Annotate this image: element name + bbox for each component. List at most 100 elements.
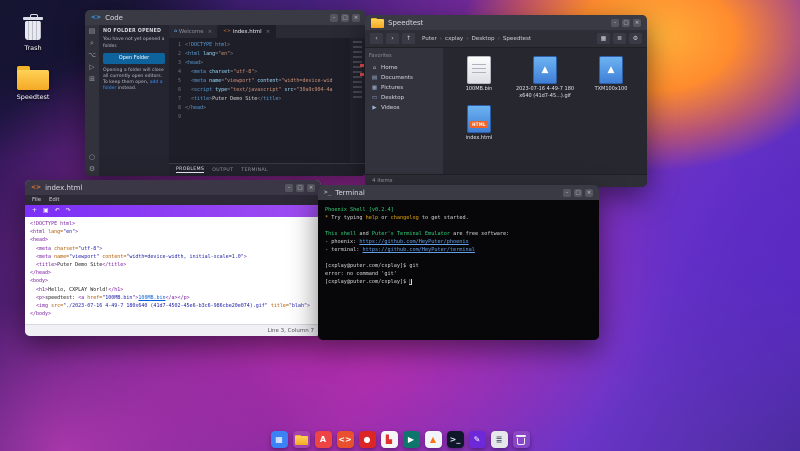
maximize-button[interactable]: ▢ bbox=[622, 19, 630, 27]
desktop-icon-speedtest[interactable]: Speedtest bbox=[4, 66, 62, 101]
undo-icon[interactable]: ↶ bbox=[55, 208, 60, 214]
favorites-header: Favorites bbox=[369, 53, 439, 59]
pdf-icon[interactable]: ▙ bbox=[381, 431, 398, 448]
terminal-output[interactable]: Phoenix Shell [v0.2.4]* Try typing help … bbox=[318, 200, 599, 340]
maximize-button[interactable]: ▢ bbox=[574, 189, 582, 197]
desktop-icon-label: Trash bbox=[24, 44, 41, 52]
no-folder-header[interactable]: NO FOLDER OPENED bbox=[103, 29, 165, 35]
terminal-titlebar[interactable]: >_ Terminal –▢× bbox=[318, 185, 599, 200]
redo-icon[interactable]: ↷ bbox=[66, 208, 71, 214]
home-icon: ⌂ bbox=[371, 65, 378, 71]
save-icon[interactable]: ▣ bbox=[43, 208, 49, 214]
terminal-icon[interactable]: >_ bbox=[447, 431, 464, 448]
line-number: 9 bbox=[169, 113, 181, 122]
close-button[interactable]: × bbox=[352, 14, 360, 22]
sidebar-note-text: instead. bbox=[118, 86, 136, 91]
vscode-logo-icon: <> bbox=[91, 15, 101, 21]
close-button[interactable]: × bbox=[585, 189, 593, 197]
file-item[interactable]: ▲2023-07-16 4-49-7 180x640 (41d7-45...).… bbox=[513, 56, 577, 99]
editor-tab-bar: ⌂Welcome×<>index.html× bbox=[169, 25, 366, 38]
close-button[interactable]: × bbox=[633, 19, 641, 27]
editor-titlebar[interactable]: <> index.html –▢× bbox=[25, 180, 321, 195]
file-item[interactable]: 100MB.bin bbox=[447, 56, 511, 99]
line-number: 8 bbox=[169, 104, 181, 113]
account-icon[interactable]: ○ bbox=[89, 154, 95, 161]
minimap[interactable] bbox=[350, 38, 366, 163]
minimize-button[interactable]: – bbox=[285, 184, 293, 192]
vlc-icon[interactable]: ▲ bbox=[425, 431, 442, 448]
sidebar-item-videos[interactable]: ▶Videos bbox=[369, 103, 439, 113]
file-type-icon: ⌂ bbox=[174, 29, 177, 34]
code-editor[interactable]: 1<!DOCTYPE html>2<html lang="en">3<head>… bbox=[169, 38, 350, 163]
up-icon[interactable]: ↑ bbox=[402, 33, 415, 44]
close-tab-icon[interactable]: × bbox=[208, 29, 213, 35]
file-item[interactable]: ▲TXM100x100 bbox=[579, 56, 643, 99]
panel-tab-output[interactable]: OUTPUT bbox=[212, 168, 233, 173]
line-number: 4 bbox=[169, 68, 181, 77]
breadcrumb-separator: › bbox=[440, 36, 442, 42]
sidebar-item-desktop[interactable]: ▭Desktop bbox=[369, 93, 439, 103]
search-icon[interactable]: ⌕ bbox=[90, 40, 94, 47]
desktop-icon-label: Speedtest bbox=[17, 93, 50, 101]
videos-icon: ▶ bbox=[371, 105, 378, 111]
back-icon[interactable]: ‹ bbox=[370, 33, 383, 44]
settings-gear-icon[interactable]: ⚙ bbox=[629, 33, 642, 44]
code-icon[interactable]: <> bbox=[337, 431, 354, 448]
minimize-button[interactable]: – bbox=[330, 14, 338, 22]
toolbar-right-icons: ▦≣⚙ bbox=[597, 33, 642, 44]
breadcrumb-desktop[interactable]: Desktop bbox=[472, 36, 495, 42]
menu-edit[interactable]: Edit bbox=[49, 197, 59, 203]
file-name: 100MB.bin bbox=[464, 86, 495, 93]
run-debug-icon[interactable]: ▷ bbox=[89, 64, 94, 71]
sidebar-item-label: Home bbox=[381, 65, 398, 71]
breadcrumb-separator: › bbox=[466, 36, 468, 42]
files-icon[interactable] bbox=[293, 431, 310, 448]
window-title: Speedtest bbox=[388, 19, 423, 27]
draw-icon[interactable]: ✎ bbox=[469, 431, 486, 448]
menu-file[interactable]: File bbox=[32, 197, 41, 203]
trash-icon bbox=[21, 14, 45, 41]
line-number: 5 bbox=[169, 77, 181, 86]
file-name: 2023-07-16 4-49-7 180x640 (41d7-45...).g… bbox=[513, 86, 577, 99]
taskbar-trash-icon[interactable] bbox=[513, 431, 530, 448]
bin-file-icon bbox=[467, 56, 491, 84]
maximize-button[interactable]: ▢ bbox=[296, 184, 304, 192]
tab-welcome[interactable]: ⌂Welcome× bbox=[169, 25, 218, 38]
breadcrumb-puter[interactable]: Puter bbox=[422, 36, 437, 42]
window-controls: –▢× bbox=[330, 14, 360, 22]
sidebar-item-documents[interactable]: ▤Documents bbox=[369, 73, 439, 83]
player-icon[interactable]: ▶ bbox=[403, 431, 420, 448]
explorer-icon[interactable]: ▤ bbox=[89, 28, 96, 35]
grid-view-icon[interactable]: ▦ bbox=[597, 33, 610, 44]
breadcrumb-cxplay[interactable]: cxplay bbox=[445, 36, 463, 42]
maximize-button[interactable]: ▢ bbox=[341, 14, 349, 22]
minimize-button[interactable]: – bbox=[611, 19, 619, 27]
vscode-titlebar[interactable]: <> Code –▢× bbox=[85, 10, 366, 25]
extensions-icon[interactable]: ⊞ bbox=[89, 76, 95, 83]
file-manager-titlebar[interactable]: Speedtest –▢× bbox=[365, 15, 647, 30]
close-button[interactable]: × bbox=[307, 184, 315, 192]
recorder-icon[interactable]: ● bbox=[359, 431, 376, 448]
panel-tab-problems[interactable]: PROBLEMS bbox=[176, 167, 204, 173]
panel-tab-terminal[interactable]: TERMINAL bbox=[241, 168, 268, 173]
sidebar-message: You have not yet opened a folder. bbox=[103, 37, 165, 49]
new-file-icon[interactable]: + bbox=[32, 208, 37, 214]
desktop-icon-trash[interactable]: Trash bbox=[4, 14, 62, 52]
forward-icon[interactable]: › bbox=[386, 33, 399, 44]
tab-index.html[interactable]: <>index.html× bbox=[218, 25, 276, 38]
minimize-button[interactable]: – bbox=[563, 189, 571, 197]
app-center-icon[interactable]: A bbox=[315, 431, 332, 448]
close-tab-icon[interactable]: × bbox=[266, 29, 271, 35]
source-control-icon[interactable]: ⌥ bbox=[88, 52, 96, 59]
open-folder-button[interactable]: Open Folder bbox=[103, 53, 165, 64]
code-editor[interactable]: <!DOCTYPE html><html lang="en"><head> <m… bbox=[25, 217, 321, 324]
nav-buttons: ‹›↑ bbox=[370, 33, 415, 44]
settings-gear-icon[interactable]: ⚙ bbox=[89, 166, 95, 173]
file-item[interactable]: HTMLindex.html bbox=[447, 105, 511, 142]
editor-icon[interactable]: ≣ bbox=[491, 431, 508, 448]
list-view-icon[interactable]: ≣ bbox=[613, 33, 626, 44]
sidebar-item-pictures[interactable]: ▦Pictures bbox=[369, 83, 439, 93]
breadcrumb-speedtest[interactable]: Speedtest bbox=[503, 36, 531, 42]
sidebar-item-home[interactable]: ⌂Home bbox=[369, 63, 439, 73]
launcher-icon[interactable]: ▦ bbox=[271, 431, 288, 448]
